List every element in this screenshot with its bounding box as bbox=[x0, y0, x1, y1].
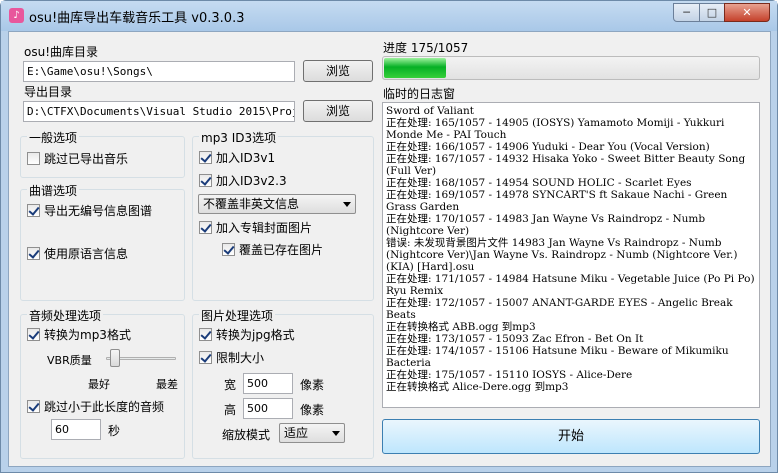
limit-size-checkbox[interactable]: 限制大小 bbox=[199, 351, 264, 365]
chevron-down-icon bbox=[332, 431, 340, 436]
audio-group: 音频处理选项 转换为mp3格式 VBR质量 最好 最差 跳过小于此长度的音频 6… bbox=[20, 307, 185, 459]
export-label: 导出目录 bbox=[24, 85, 73, 99]
height-input[interactable]: 500 bbox=[243, 398, 293, 419]
checkbox-box bbox=[27, 152, 40, 165]
checkbox-box bbox=[199, 351, 212, 364]
general-group: 一般选项 跳过已导出音乐 bbox=[20, 129, 185, 178]
close-button[interactable]: ✕ bbox=[724, 3, 770, 22]
vbr-slider-thumb[interactable] bbox=[109, 349, 120, 367]
progress-label: 进度 175/1057 bbox=[383, 41, 469, 55]
select-value: 不覆盖非英文信息 bbox=[203, 197, 300, 211]
checkbox-label: 加入专辑封面图片 bbox=[216, 221, 313, 235]
title-bar[interactable]: ♪ osu!曲库导出车载音乐工具 v0.3.0.3 ─ □ ✕ bbox=[1, 1, 777, 31]
add-cover-checkbox[interactable]: 加入专辑封面图片 bbox=[199, 221, 312, 235]
width-unit: 像素 bbox=[300, 378, 325, 392]
client-area: osu!曲库目录 E:\Game\osu!\Songs\ 浏览 导出目录 D:\… bbox=[8, 31, 771, 467]
library-label: osu!曲库目录 bbox=[24, 45, 99, 59]
image-title: 图片处理选项 bbox=[199, 307, 276, 324]
audio-title: 音频处理选项 bbox=[27, 307, 104, 324]
checkbox-box bbox=[27, 400, 40, 413]
checkbox-box bbox=[199, 151, 212, 164]
general-title: 一般选项 bbox=[27, 129, 80, 146]
minimize-button[interactable]: ─ bbox=[673, 3, 700, 22]
width-label: 宽 bbox=[224, 378, 237, 392]
checkbox-label: 跳过已导出音乐 bbox=[44, 152, 129, 166]
overwrite-mode-select[interactable]: 不覆盖非英文信息 bbox=[198, 194, 356, 214]
chevron-down-icon bbox=[343, 202, 351, 207]
checkbox-label: 转换为mp3格式 bbox=[44, 328, 131, 342]
checkbox-box bbox=[199, 174, 212, 187]
use-original-lang-checkbox[interactable]: 使用原语言信息 bbox=[27, 247, 128, 261]
scale-mode-select[interactable]: 适应 bbox=[279, 423, 345, 443]
checkbox-box bbox=[27, 204, 40, 217]
library-path-input[interactable]: E:\Game\osu!\Songs\ bbox=[23, 61, 295, 82]
library-browse-button[interactable]: 浏览 bbox=[303, 60, 373, 82]
app-window: ♪ osu!曲库导出车载音乐工具 v0.3.0.3 ─ □ ✕ osu!曲库目录… bbox=[0, 0, 778, 473]
height-unit: 像素 bbox=[300, 403, 325, 417]
checkbox-label: 跳过小于此长度的音频 bbox=[44, 400, 165, 414]
checkbox-box bbox=[199, 328, 212, 341]
checkbox-box bbox=[199, 221, 212, 234]
naming-title: 曲谱选项 bbox=[27, 182, 80, 199]
checkbox-label: 覆盖已存在图片 bbox=[239, 243, 324, 257]
vbr-worst-label: 最差 bbox=[156, 378, 178, 391]
window-title: osu!曲库导出车载音乐工具 v0.3.0.3 bbox=[29, 11, 245, 26]
overwrite-cover-checkbox[interactable]: 覆盖已存在图片 bbox=[222, 243, 323, 257]
export-unnumbered-checkbox[interactable]: 导出无编号信息图谱 bbox=[27, 204, 152, 218]
checkbox-label: 加入ID3v1 bbox=[216, 151, 276, 165]
export-path-input[interactable]: D:\CTFX\Documents\Visual Studio 2015\Pro… bbox=[23, 101, 295, 122]
id3-title: mp3 ID3选项 bbox=[199, 129, 279, 146]
progress-fill bbox=[384, 58, 447, 78]
checkbox-box bbox=[27, 328, 40, 341]
progress-bar bbox=[382, 56, 760, 80]
naming-group: 曲谱选项 导出无编号信息图谱 使用原语言信息 bbox=[20, 182, 185, 301]
osu-icon: ♪ bbox=[9, 8, 24, 23]
scale-mode-label: 缩放模式 bbox=[222, 428, 271, 442]
checkbox-box bbox=[222, 243, 235, 256]
id3-group: mp3 ID3选项 加入ID3v1 加入ID3v2.3 不覆盖非英文信息 加入专… bbox=[192, 129, 374, 301]
skip-exported-checkbox[interactable]: 跳过已导出音乐 bbox=[27, 152, 128, 166]
checkbox-label: 加入ID3v2.3 bbox=[216, 174, 287, 188]
log-label: 临时的日志窗 bbox=[383, 87, 456, 101]
add-id3v23-checkbox[interactable]: 加入ID3v2.3 bbox=[199, 174, 287, 188]
to-jpg-checkbox[interactable]: 转换为jpg格式 bbox=[199, 328, 295, 342]
checkbox-label: 使用原语言信息 bbox=[44, 247, 129, 261]
height-label: 高 bbox=[224, 403, 237, 417]
select-value: 适应 bbox=[284, 426, 309, 440]
image-group: 图片处理选项 转换为jpg格式 限制大小 宽 500 像素 高 500 像素 缩… bbox=[192, 307, 374, 459]
maximize-button[interactable]: □ bbox=[699, 3, 725, 22]
checkbox-label: 转换为jpg格式 bbox=[216, 328, 295, 342]
vbr-label: VBR质量 bbox=[47, 354, 92, 367]
width-input[interactable]: 500 bbox=[243, 373, 293, 394]
log-textarea[interactable]: Sword of Valiant 正在处理: 165/1057 - 14905 … bbox=[382, 102, 760, 408]
seconds-unit: 秒 bbox=[108, 424, 121, 438]
checkbox-label: 限制大小 bbox=[216, 351, 265, 365]
to-mp3-checkbox[interactable]: 转换为mp3格式 bbox=[27, 328, 131, 342]
add-id3v1-checkbox[interactable]: 加入ID3v1 bbox=[199, 151, 275, 165]
skip-short-checkbox[interactable]: 跳过小于此长度的音频 bbox=[27, 400, 164, 414]
start-button[interactable]: 开始 bbox=[382, 419, 760, 454]
checkbox-label: 导出无编号信息图谱 bbox=[44, 204, 153, 218]
export-browse-button[interactable]: 浏览 bbox=[303, 100, 373, 122]
vbr-best-label: 最好 bbox=[88, 378, 110, 391]
checkbox-box bbox=[27, 247, 40, 260]
min-length-input[interactable]: 60 bbox=[51, 419, 101, 440]
